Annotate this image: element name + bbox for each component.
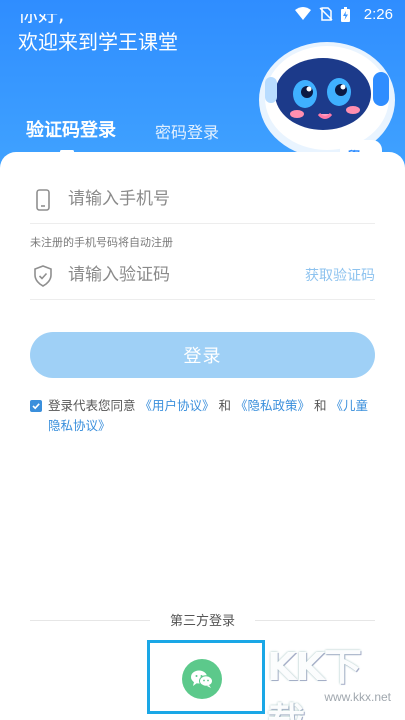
- watermark-logo: KK下载: [267, 645, 362, 720]
- third-party-login: 第三方登录: [30, 610, 375, 630]
- agreement: 登录代表您同意 《用户协议》 和 《隐私政策》 和 《儿童隐私协议》: [30, 396, 380, 436]
- watermark-url: www.kkx.net: [324, 690, 391, 704]
- agreement-and-1: 和: [218, 398, 232, 413]
- divider-right: [255, 620, 375, 621]
- status-time: 2:26: [363, 5, 393, 23]
- phone-input[interactable]: [68, 184, 298, 214]
- tab-password-login[interactable]: 密码登录: [155, 119, 219, 143]
- tab-sms-login[interactable]: 验证码登录: [26, 116, 116, 142]
- status-bar: 2:26: [294, 0, 405, 28]
- phone-field: [30, 174, 375, 224]
- greeting-line-1: 你好,: [18, 14, 65, 26]
- get-code-button[interactable]: 获取验证码: [305, 265, 375, 285]
- shield-icon: [34, 265, 52, 287]
- greeting: 你好, 欢迎来到学王课堂: [18, 14, 178, 56]
- privacy-policy-link[interactable]: 《隐私政策》: [235, 398, 310, 413]
- phone-icon: [36, 189, 50, 211]
- wechat-login-button[interactable]: [182, 659, 222, 699]
- agreement-prefix: 登录代表您同意: [48, 398, 136, 413]
- wifi-icon: [294, 7, 311, 20]
- battery-icon: [340, 6, 350, 22]
- user-agreement-link[interactable]: 《用户协议》: [140, 398, 215, 413]
- wechat-icon: [191, 670, 213, 688]
- code-field: 获取验证码: [30, 250, 375, 300]
- check-icon: [32, 403, 40, 410]
- no-sim-icon: [319, 7, 333, 21]
- greeting-line-2: 欢迎来到学王课堂: [18, 30, 178, 54]
- phone-hint: 未注册的手机号码将自动注册: [30, 236, 173, 249]
- login-card: 未注册的手机号码将自动注册 获取验证码 登录 登录代表您同意 《用户协议》 和 …: [0, 152, 405, 720]
- agreement-checkbox[interactable]: [30, 400, 42, 412]
- agreement-text: 登录代表您同意 《用户协议》 和 《隐私政策》 和 《儿童隐私协议》: [30, 396, 380, 436]
- kkx-watermark: KK下载 www.kkx.net: [267, 636, 397, 720]
- code-input[interactable]: [68, 260, 298, 290]
- login-button[interactable]: 登录: [30, 332, 375, 378]
- agreement-and-2: 和: [314, 398, 327, 413]
